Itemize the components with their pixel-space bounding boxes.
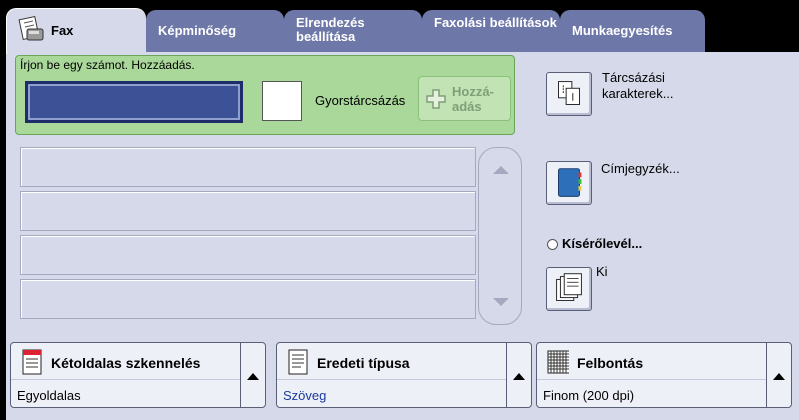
option-title: Eredeti típusa (317, 355, 410, 371)
tab-label: Munkaegyesítés (572, 23, 673, 38)
fax-panel: Írjon be egy számot. Hozzáadás. Gyorstár… (6, 52, 799, 420)
entry-prompt: Írjon be egy számot. Hozzáadás. (20, 58, 195, 72)
add-button-label: Hozzá- adás (452, 84, 494, 114)
cover-sheet-radio[interactable] (547, 239, 558, 250)
option-divider (537, 379, 767, 380)
address-book-icon (558, 168, 582, 197)
dialing-characters-label: Tárcsázási karakterek... (602, 70, 674, 101)
original-type-button[interactable]: Eredeti típusa Szöveg (276, 342, 532, 408)
chevron-up-icon (773, 373, 785, 380)
tab-label: Elrendezés beállítása (296, 15, 365, 44)
dialing-characters-button[interactable] (546, 72, 592, 116)
tab-fax[interactable]: Fax (6, 8, 146, 54)
list-item[interactable] (20, 191, 476, 231)
resolution-icon (547, 350, 569, 374)
two-sided-scanning-icon (22, 349, 42, 375)
list-item[interactable] (20, 279, 476, 319)
chevron-up-icon (247, 373, 259, 380)
tab-layout-adjustment[interactable]: Elrendezés beállítása (284, 10, 422, 52)
chevron-up-icon (513, 373, 525, 380)
option-value: Egyoldalas (17, 388, 81, 403)
tab-bar: Fax Képminőség Elrendezés beállítása Fax… (0, 0, 799, 54)
list-scrollbar[interactable] (478, 147, 522, 325)
cover-sheet-button[interactable] (546, 267, 592, 311)
option-value: Szöveg (283, 388, 327, 403)
two-sided-scanning-button[interactable]: Kétoldalas szkennelés Egyoldalas (10, 342, 266, 408)
tab-job-assembly[interactable]: Munkaegyesítés (560, 10, 705, 52)
option-divider (11, 379, 241, 380)
tab-fax-options[interactable]: Faxolási beállítások (422, 10, 560, 52)
list-item[interactable] (20, 235, 476, 275)
address-book-label: Címjegyzék... (601, 161, 680, 176)
add-button[interactable]: Hozzá- adás (418, 76, 511, 121)
option-value: Finom (200 dpi) (543, 388, 635, 403)
speed-dial-label: Gyorstárcsázás (315, 93, 406, 108)
option-title: Kétoldalas szkennelés (51, 355, 201, 371)
option-expand-button[interactable] (766, 343, 791, 407)
cover-sheet-value: Ki (596, 264, 608, 279)
scroll-up-icon[interactable] (493, 166, 509, 174)
option-title: Felbontás (577, 355, 644, 371)
cover-sheet-icon (556, 273, 582, 301)
option-expand-button[interactable] (240, 343, 265, 407)
cover-sheet-label: Kísérőlevél... (562, 236, 643, 251)
address-book-button[interactable] (546, 161, 592, 205)
scroll-down-icon[interactable] (493, 298, 509, 306)
recipient-list (16, 147, 476, 325)
original-type-icon (288, 349, 308, 375)
tab-label: Fax (51, 23, 74, 38)
speed-dial-checkbox[interactable] (262, 81, 302, 121)
plus-icon (426, 89, 446, 109)
fax-icon (18, 15, 44, 41)
tab-label: Képminőség (158, 23, 237, 38)
fax-number-input[interactable] (25, 81, 243, 123)
tab-label: Faxolási beállítások (434, 15, 557, 30)
option-expand-button[interactable] (506, 343, 531, 407)
resolution-button[interactable]: Felbontás Finom (200 dpi) (536, 342, 792, 408)
list-item[interactable] (20, 147, 476, 187)
number-entry-area: Írjon be egy számot. Hozzáadás. Gyorstár… (15, 55, 515, 135)
option-divider (277, 379, 507, 380)
tab-image-quality[interactable]: Képminőség (146, 10, 284, 52)
dialing-characters-icon (558, 81, 580, 105)
